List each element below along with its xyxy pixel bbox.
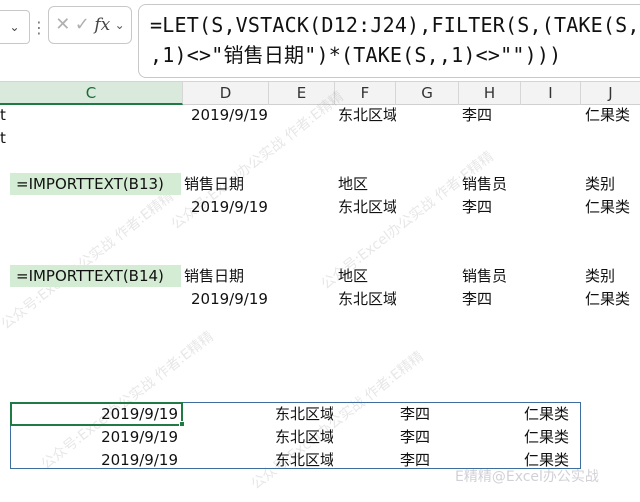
spill-cell-region[interactable]: 东北区域	[275, 449, 333, 471]
cell-region[interactable]: 东北区域	[338, 196, 396, 218]
watermark-bottom: E精精@Excel办公实战	[455, 469, 599, 485]
spill-cell-date[interactable]: 2019/9/19	[14, 449, 178, 471]
cell-date[interactable]: 2019/9/19	[191, 288, 268, 310]
formula-line-2: ,1)<>"销售日期")*(TAKE(S,,1)<>"")))	[150, 43, 562, 67]
header-region[interactable]: 地区	[338, 173, 368, 195]
cell-date[interactable]: 2019/9/19	[191, 104, 268, 126]
watermark: 公众号:Excel办公实战 作者:E精精	[0, 188, 177, 333]
insert-function-icon[interactable]: fx	[94, 16, 110, 34]
fill-handle[interactable]	[179, 421, 185, 427]
header-seller[interactable]: 销售员	[462, 265, 507, 287]
chevron-down-icon[interactable]: ⌄	[115, 19, 125, 31]
column-header-g[interactable]: G	[396, 82, 459, 105]
more-options-icon[interactable]: ⋮	[31, 12, 47, 42]
cell-region[interactable]: 东北区域	[338, 104, 396, 126]
importtext-formula-cell[interactable]: =IMPORTTEXT(B13)	[10, 173, 181, 195]
column-header-c[interactable]: C	[0, 82, 183, 105]
active-cell-selection[interactable]	[10, 402, 183, 426]
cancel-icon[interactable]: ✕	[55, 16, 70, 34]
header-region[interactable]: 地区	[338, 265, 368, 287]
cell-seller[interactable]: 李四	[462, 288, 492, 310]
name-box-dropdown[interactable]: ⌄	[0, 10, 30, 44]
importtext-formula-cell[interactable]: =IMPORTTEXT(B14)	[10, 265, 181, 287]
cell-category[interactable]: 仁果类	[585, 104, 630, 126]
column-header-j[interactable]: J	[581, 82, 640, 105]
formula-text[interactable]: =LET(S,VSTACK(D12:J24),FILTER(S,(TAKE(S,…	[150, 10, 640, 70]
cell-seller[interactable]: 李四	[462, 196, 492, 218]
spill-cell-category[interactable]: 仁果类	[524, 403, 569, 425]
header-seller[interactable]: 销售员	[462, 173, 507, 195]
header-date[interactable]: 销售日期	[184, 265, 244, 287]
cell-date[interactable]: 2019/9/19	[191, 196, 268, 218]
confirm-icon[interactable]: ✓	[75, 16, 90, 34]
cell-category[interactable]: 仁果类	[585, 288, 630, 310]
column-header-h[interactable]: H	[459, 82, 521, 105]
header-category[interactable]: 类别	[585, 173, 615, 195]
column-header-d[interactable]: D	[183, 82, 269, 105]
formula-controls: ✕ ✓ fx ⌄	[48, 6, 132, 44]
column-header-i[interactable]: I	[521, 82, 581, 105]
cell-seller[interactable]: 李四	[462, 104, 492, 126]
column-header-e[interactable]: E	[269, 82, 335, 105]
cell-region[interactable]: 东北区域	[338, 288, 396, 310]
cell-category[interactable]: 仁果类	[585, 196, 630, 218]
formula-line-1: =LET(S,VSTACK(D12:J24),FILTER(S,(TAKE(S,	[150, 13, 640, 37]
spill-cell-date[interactable]: 2019/9/19	[14, 426, 178, 448]
spill-cell-category[interactable]: 仁果类	[524, 426, 569, 448]
cell-b-text[interactable]: t	[0, 127, 6, 149]
chevron-down-icon: ⌄	[9, 20, 20, 34]
spill-cell-seller[interactable]: 李四	[400, 403, 430, 425]
header-date[interactable]: 销售日期	[184, 173, 244, 195]
column-headers: C D E F G H I J	[0, 82, 640, 105]
cell-b-text[interactable]: t	[0, 104, 6, 126]
spill-cell-region[interactable]: 东北区域	[275, 426, 333, 448]
header-category[interactable]: 类别	[585, 265, 615, 287]
spill-cell-region[interactable]: 东北区域	[275, 403, 333, 425]
spill-cell-seller[interactable]: 李四	[400, 449, 430, 471]
column-header-f[interactable]: F	[335, 82, 396, 105]
spill-cell-seller[interactable]: 李四	[400, 426, 430, 448]
